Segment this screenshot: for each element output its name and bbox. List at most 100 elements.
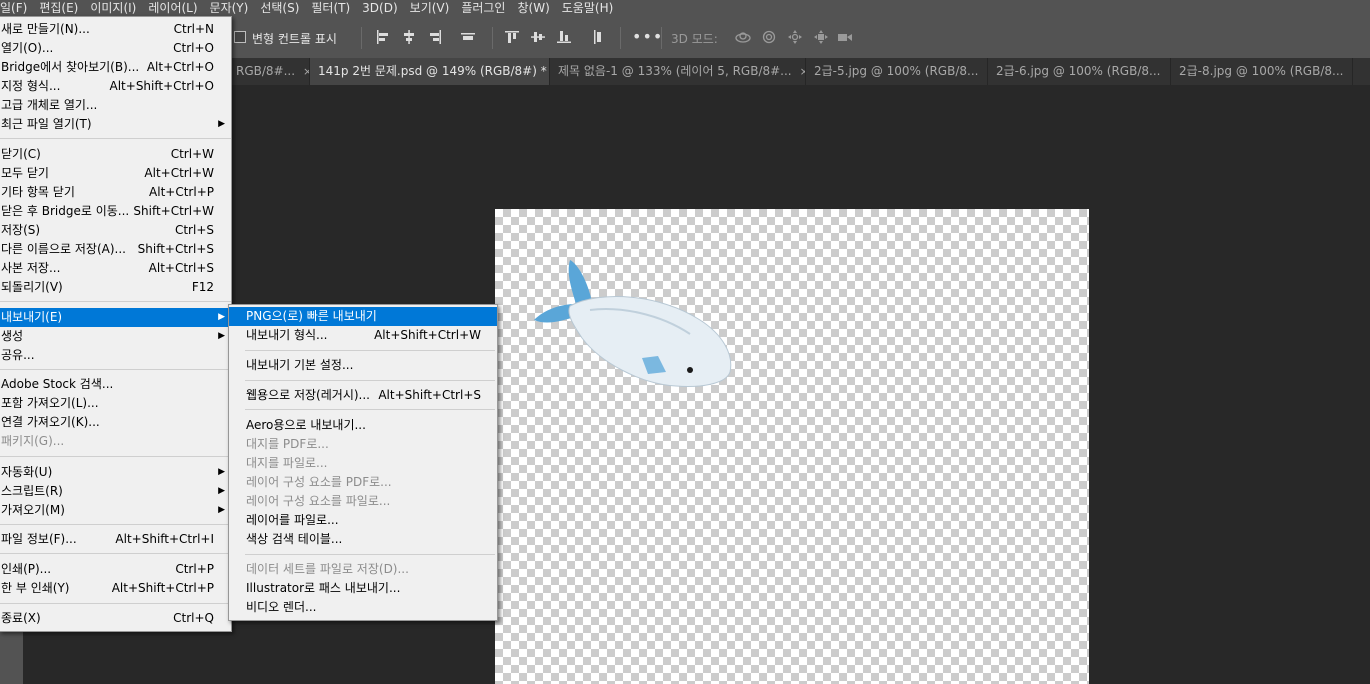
tab-document-active[interactable]: 141p 2번 문제.psd @ 149% (RGB/8#) *×: [310, 58, 550, 85]
tab-document[interactable]: 2급-8.jpg @ 100% (RGB/8... ×: [1171, 58, 1353, 85]
menu-item-place-linked[interactable]: 연결 가져오기(K)...: [0, 413, 231, 432]
menu-item-automate[interactable]: 자동화(U) ▶: [0, 463, 231, 482]
menu-item-shortcut: F12: [191, 280, 214, 294]
menu-help[interactable]: 도움말(H): [556, 0, 620, 17]
menu-item-label: Aero용으로 내보내기...: [246, 418, 366, 432]
menu-item-open-as[interactable]: 지정 형식... Alt+Shift+Ctrl+O: [0, 77, 231, 96]
align-left-icon[interactable]: [376, 30, 390, 44]
menu-item-place-embedded[interactable]: 포함 가져오기(L)...: [0, 394, 231, 413]
menu-separator: [245, 554, 495, 555]
align-top-icon[interactable]: [505, 30, 519, 44]
menu-item-shortcut: Alt+Ctrl+P: [149, 185, 214, 199]
menu-separator: [0, 456, 231, 457]
menu-item-export-aero[interactable]: Aero용으로 내보내기...: [229, 416, 497, 435]
menu-select[interactable]: 선택(S): [254, 0, 305, 17]
tab-document[interactable]: 제목 없음-1 @ 133% (레이어 5, RGB/8#...×: [550, 58, 806, 85]
align-vcenter-icon[interactable]: [531, 30, 545, 44]
tab-label: 2급-5.jpg @ 100% (RGB/8...: [814, 64, 979, 78]
menu-item-label: 대지를 PDF로...: [246, 437, 329, 451]
menu-window[interactable]: 창(W): [511, 0, 555, 17]
menu-3d[interactable]: 3D(D): [356, 0, 403, 17]
menu-item-save-for-web[interactable]: 웹용으로 저장(레거시)... Alt+Shift+Ctrl+S: [229, 386, 497, 405]
menu-item-print-one-copy[interactable]: 한 부 인쇄(Y) Alt+Shift+Ctrl+P: [0, 579, 231, 598]
align-right-icon[interactable]: [428, 30, 442, 44]
menu-item-shortcut: Alt+Ctrl+W: [144, 166, 214, 180]
menu-item-paths-illustrator[interactable]: Illustrator로 패스 내보내기...: [229, 579, 497, 598]
menu-separator: [245, 380, 495, 381]
menu-item-layers-to-files[interactable]: 레이어를 파일로...: [229, 511, 497, 530]
tab-label: 제목 없음-1 @ 133% (레이어 5, RGB/8#...: [558, 64, 792, 78]
menu-item-save-copy[interactable]: 사본 저장... Alt+Ctrl+S: [0, 259, 231, 278]
menu-item-print[interactable]: 인쇄(P)... Ctrl+P: [0, 560, 231, 579]
menu-item-file-info[interactable]: 파일 정보(F)... Alt+Shift+Ctrl+I: [0, 530, 231, 549]
submenu-arrow-icon: ▶: [218, 467, 225, 477]
menu-edit[interactable]: 편집(E): [33, 0, 84, 17]
menu-file[interactable]: 일(F): [0, 0, 33, 17]
menu-type[interactable]: 문자(Y): [204, 0, 255, 17]
menu-item-label: 기타 항목 닫기: [1, 185, 75, 199]
more-options-icon[interactable]: •••: [632, 27, 663, 46]
tab-document[interactable]: 2급-5.jpg @ 100% (RGB/8...×: [806, 58, 988, 85]
menu-item-color-lookup[interactable]: 색상 검색 테이블...: [229, 530, 497, 549]
align-bottom-icon[interactable]: [557, 30, 571, 44]
menu-plugins[interactable]: 플러그인: [455, 0, 511, 17]
menu-item-quick-export-png[interactable]: PNG으(로) 빠른 내보내기: [229, 307, 497, 326]
menu-item-label: 모두 닫기: [1, 166, 49, 180]
menu-item-export[interactable]: 내보내기(E) ▶: [0, 308, 231, 327]
menu-item-exit[interactable]: 종료(X) Ctrl+Q: [0, 609, 231, 628]
menu-item-render-video[interactable]: 비디오 렌더...: [229, 598, 497, 617]
tab-document[interactable]: RGB/8#... ×: [228, 58, 310, 85]
menu-item-scripts[interactable]: 스크립트(R) ▶: [0, 482, 231, 501]
menu-item-browse-bridge[interactable]: Bridge에서 찾아보기(B)... Alt+Ctrl+O: [0, 58, 231, 77]
menu-item-save[interactable]: 저장(S) Ctrl+S: [0, 221, 231, 240]
menu-item-open-recent[interactable]: 최근 파일 열기(T) ▶: [0, 115, 231, 134]
menu-item-label: 포함 가져오기(L)...: [1, 396, 99, 410]
menu-item-open[interactable]: 열기(O)... Ctrl+O: [0, 39, 231, 58]
menu-item-adobe-stock[interactable]: Adobe Stock 검색...: [0, 375, 231, 394]
menu-item-revert[interactable]: 되돌리기(V) F12: [0, 278, 231, 297]
menu-item-export-preferences[interactable]: 내보내기 기본 설정...: [229, 356, 497, 375]
menu-filter[interactable]: 필터(T): [305, 0, 356, 17]
3d-camera-icon[interactable]: [838, 30, 852, 44]
tab-document[interactable]: 2급-6.jpg @ 100% (RGB/8...×: [988, 58, 1171, 85]
align-hcenter-icon[interactable]: [402, 30, 416, 44]
menu-item-save-as[interactable]: 다른 이름으로 저장(A)... Shift+Ctrl+S: [0, 240, 231, 259]
3d-pan-icon[interactable]: [788, 30, 802, 44]
menu-item-close-all[interactable]: 모두 닫기 Alt+Ctrl+W: [0, 164, 231, 183]
close-icon[interactable]: ×: [303, 65, 309, 78]
3d-mode-label: 3D 모드:: [671, 32, 718, 46]
3d-roll-icon[interactable]: [762, 30, 776, 44]
submenu-arrow-icon: ▶: [218, 331, 225, 341]
menu-item-shortcut: Ctrl+P: [175, 562, 214, 576]
menu-item-shortcut: Alt+Shift+Ctrl+I: [115, 532, 214, 546]
menu-item-label: 자동화(U): [1, 465, 53, 479]
menubar: 일(F) 편집(E) 이미지(I) 레이어(L) 문자(Y) 선택(S) 필터(…: [0, 0, 1370, 17]
close-icon[interactable]: ×: [1351, 65, 1352, 78]
distribute-icon[interactable]: [461, 30, 475, 44]
menu-separator: [245, 409, 495, 410]
transform-controls-checkbox[interactable]: [234, 31, 246, 43]
menu-separator: [0, 301, 231, 302]
distribute-vertical-icon[interactable]: [591, 30, 605, 44]
menu-view[interactable]: 보기(V): [404, 0, 456, 17]
menu-item-label: 연결 가져오기(K)...: [1, 415, 100, 429]
3d-slide-icon[interactable]: [814, 30, 828, 44]
menu-item-share[interactable]: 공유...: [0, 346, 231, 365]
menu-item-label: 가져오기(M): [1, 503, 65, 517]
menu-item-import[interactable]: 가져오기(M) ▶: [0, 501, 231, 520]
menu-image[interactable]: 이미지(I): [84, 0, 142, 17]
menu-item-generate[interactable]: 생성 ▶: [0, 327, 231, 346]
menu-item-open-smart-object[interactable]: 고급 개체로 열기...: [0, 96, 231, 115]
menu-item-close-go-bridge[interactable]: 닫은 후 Bridge로 이동... Shift+Ctrl+W: [0, 202, 231, 221]
menu-item-label: 데이터 세트를 파일로 저장(D)...: [246, 562, 409, 576]
menu-item-close[interactable]: 닫기(C) Ctrl+W: [0, 145, 231, 164]
menu-layer[interactable]: 레이어(L): [142, 0, 203, 17]
menu-item-label: Illustrator로 패스 내보내기...: [246, 581, 401, 595]
menu-item-new[interactable]: 새로 만들기(N)... Ctrl+N: [0, 20, 231, 39]
menu-item-export-as[interactable]: 내보내기 형식... Alt+Shift+Ctrl+W: [229, 326, 497, 345]
menu-item-label: 인쇄(P)...: [1, 562, 52, 576]
menu-item-shortcut: Shift+Ctrl+W: [133, 204, 214, 218]
menu-item-label: 웹용으로 저장(레거시)...: [246, 388, 370, 402]
3d-orbit-icon[interactable]: [734, 30, 752, 44]
menu-item-close-others[interactable]: 기타 항목 닫기 Alt+Ctrl+P: [0, 183, 231, 202]
